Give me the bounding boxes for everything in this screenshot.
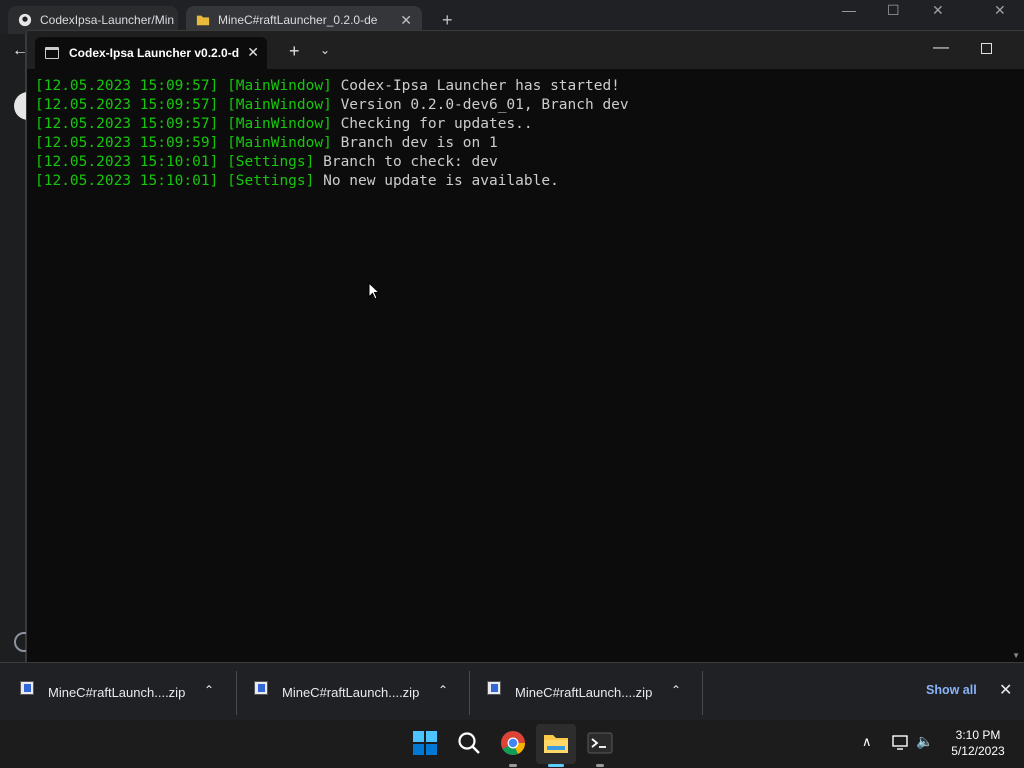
command-prompt-icon [45,47,59,59]
running-indicator [596,764,604,767]
taskbar: ∧ 🔈 3:10 PM 5/12/2023 [0,720,1024,768]
log-line: [12.05.2023 15:10:01] [Settings] No new … [35,173,559,189]
download-filename: MineC#raftLaunch....zip [48,684,186,700]
folder-icon [196,15,210,26]
divider [702,671,703,715]
chevron-down-icon[interactable]: ⌄ [320,43,330,57]
terminal-window: Codex-Ipsa Launcher v0.2.0-d ✕ + ⌄ — [12… [26,30,1024,662]
minimize-icon[interactable]: — [933,39,949,57]
github-icon [18,13,32,27]
chevron-up-icon[interactable]: ⌃ [204,683,214,697]
terminal-output[interactable]: [12.05.2023 15:09:57] [MainWindow] Codex… [35,77,1005,647]
log-line: [12.05.2023 15:09:57] [MainWindow] Versi… [35,97,629,113]
volume-icon[interactable]: 🔈 [916,733,933,750]
browser-tab-title: CodexIpsa-Launcher/Min [40,13,175,27]
zip-file-icon [487,681,501,695]
download-item[interactable]: MineC#raftLaunch....zip ⌃ [467,663,699,721]
search-icon[interactable] [456,730,482,756]
terminal-titlebar: Codex-Ipsa Launcher v0.2.0-d ✕ + ⌄ — [27,31,1024,69]
system-clock[interactable]: 3:10 PM 5/12/2023 [940,727,1016,759]
download-filename: MineC#raftLaunch....zip [282,684,420,700]
active-indicator [548,764,564,767]
browser-tab-title: MineC#raftLauncher_0.2.0-de [218,13,378,27]
terminal-icon[interactable] [587,730,613,756]
clock-time: 3:10 PM [955,728,1001,742]
plus-icon[interactable]: + [289,41,300,62]
download-filename: MineC#raftLaunch....zip [515,684,653,700]
chevron-up-icon[interactable]: ∧ [862,734,872,750]
maximize-icon[interactable]: ☐ [887,2,900,19]
clock-date: 5/12/2023 [951,744,1005,758]
maximize-icon[interactable] [981,43,992,54]
scroll-down-icon[interactable]: ▼ [1012,651,1020,660]
log-line: [12.05.2023 15:09:57] [MainWindow] Check… [35,116,533,132]
close-icon[interactable]: ✕ [247,44,259,61]
chrome-icon[interactable] [500,730,526,756]
close-icon[interactable]: ✕ [999,680,1012,700]
minimize-icon[interactable]: — [842,2,856,18]
zip-file-icon [254,681,268,695]
close-icon[interactable]: ✕ [400,12,412,29]
zip-file-icon [20,681,34,695]
plus-icon[interactable]: + [442,10,453,31]
download-item[interactable]: MineC#raftLaunch....zip ⌃ [234,663,466,721]
show-all-link[interactable]: Show all [926,683,977,697]
background-browser-sidebar: ← [0,34,28,662]
log-line: [12.05.2023 15:09:57] [MainWindow] Codex… [35,78,620,94]
download-item[interactable]: MineC#raftLaunch....zip ⌃ [0,663,232,721]
running-indicator [509,764,517,767]
close-icon[interactable]: ✕ [932,2,944,19]
chevron-up-icon[interactable]: ⌃ [438,683,448,697]
log-line: [12.05.2023 15:09:59] [MainWindow] Branc… [35,135,498,151]
close-icon[interactable]: ✕ [994,2,1006,19]
background-browser-tabbar: CodexIpsa-Launcher/Min MineC#raftLaunche… [0,0,1024,34]
chevron-up-icon[interactable]: ⌃ [671,683,681,697]
log-line: [12.05.2023 15:10:01] [Settings] Branch … [35,154,498,170]
file-explorer-icon[interactable] [543,730,569,756]
download-shelf: MineC#raftLaunch....zip ⌃ MineC#raftLaun… [0,662,1024,720]
start-icon[interactable] [412,730,438,756]
terminal-tab[interactable]: Codex-Ipsa Launcher v0.2.0-d ✕ [35,37,267,69]
network-icon[interactable] [892,734,910,750]
terminal-tab-title: Codex-Ipsa Launcher v0.2.0-d [69,46,240,60]
